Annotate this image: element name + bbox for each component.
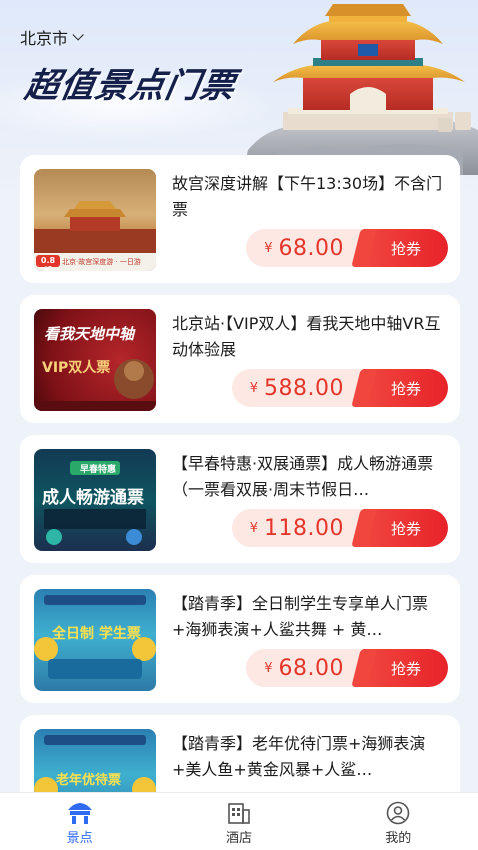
price-value: 68.00 [278,235,344,261]
thumb-heading: 看我天地中轴 [44,325,135,343]
thumb-caption: 北京·故宫深度游 · 一日游 [62,258,141,266]
tab-hotel[interactable]: 酒店 [179,793,299,846]
ticket-card[interactable]: 看我天地中轴 VIP双人票 北京站·【VIP双人】看我天地中轴VR互动体验展 ¥… [20,295,460,423]
palace-illustration [243,4,478,175]
tab-label: 景点 [66,831,93,846]
ticket-title: 北京站·【VIP双人】看我天地中轴VR互动体验展 [172,314,441,359]
attraction-icon [67,803,92,824]
grab-coupon-label: 抢券 [390,659,421,678]
ticket-card[interactable]: 早春特惠 成人畅游通票 【早春特惠·双展通票】成人畅游通票（一票看双展·周末节假… [20,435,460,563]
hotel-icon [228,803,250,824]
price-tag: ¥ 588.00 [231,369,364,407]
thumb-heading: 成人畅游通票 [42,488,144,508]
grab-coupon-label: 抢券 [390,519,421,538]
grab-coupon-label: 抢券 [390,239,421,258]
ticket-list: 0.8折 北京·故宫深度游 · 一日游 故宫深度讲解【下午13:30场】不含门票… [20,155,460,850]
grab-coupon-button[interactable]: 抢券 [364,229,448,267]
price-value: 588.00 [264,375,344,401]
ticket-thumbnail: 看我天地中轴 VIP双人票 [34,309,156,411]
price-tag: ¥ 68.00 [246,649,364,687]
city-selector[interactable]: 北京市 [20,25,84,49]
ticket-thumbnail: 全日制 学生票 [34,589,156,691]
grab-coupon-button[interactable]: 抢券 [364,369,448,407]
thumb-caption: VIP双人票 [42,360,111,376]
ticket-title: 【早春特惠·双展通票】成人畅游通票（一票看双展·周末节假日… [172,454,434,499]
thumb-heading: 老年优待票 [56,773,122,788]
price-tag: ¥ 118.00 [231,509,364,547]
price-value: 68.00 [278,655,344,681]
bottom-tab-bar: 景点 酒店 我的 [0,792,478,850]
price-bar: ¥ 68.00 抢券 [246,649,448,687]
banner-title: 超值景点门票 [21,66,239,106]
currency-symbol: ¥ [264,660,273,676]
thumb-badge: 0.8折 [40,256,56,271]
grab-coupon-button[interactable]: 抢券 [364,509,448,547]
price-value: 118.00 [264,515,344,541]
tab-attractions[interactable]: 景点 [20,793,140,846]
thumb-tag: 早春特惠 [80,465,117,475]
chevron-down-icon [72,29,84,41]
ticket-title: 【踏青季】老年优待门票+海狮表演+美人鱼+黄金风暴+人鲨… [172,734,426,779]
price-bar: ¥ 588.00 抢券 [231,369,448,407]
tab-profile[interactable]: 我的 [338,793,458,846]
price-bar: ¥ 68.00 抢券 [246,229,448,267]
ticket-thumbnail: 早春特惠 成人畅游通票 [34,449,156,551]
grab-coupon-button[interactable]: 抢券 [364,649,448,687]
price-tag: ¥ 68.00 [246,229,364,267]
ticket-card[interactable]: 0.8折 北京·故宫深度游 · 一日游 故宫深度讲解【下午13:30场】不含门票… [20,155,460,283]
price-bar: ¥ 118.00 抢券 [231,509,448,547]
currency-symbol: ¥ [264,240,273,256]
tab-label: 我的 [385,831,412,846]
ticket-thumbnail: 0.8折 北京·故宫深度游 · 一日游 [34,169,156,271]
currency-symbol: ¥ [249,380,259,396]
ticket-title: 【踏青季】全日制学生专享单人门票+海狮表演+人鲨共舞 + 黄… [172,594,429,639]
city-label: 北京市 [20,29,69,48]
thumb-heading: 全日制 学生票 [52,626,141,642]
ticket-card[interactable]: 全日制 学生票 【踏青季】全日制学生专享单人门票+海狮表演+人鲨共舞 + 黄… … [20,575,460,703]
currency-symbol: ¥ [249,520,259,536]
tab-label: 酒店 [225,831,252,846]
profile-icon [387,801,410,825]
grab-coupon-label: 抢券 [390,379,421,398]
ticket-title: 故宫深度讲解【下午13:30场】不含门票 [172,174,443,219]
